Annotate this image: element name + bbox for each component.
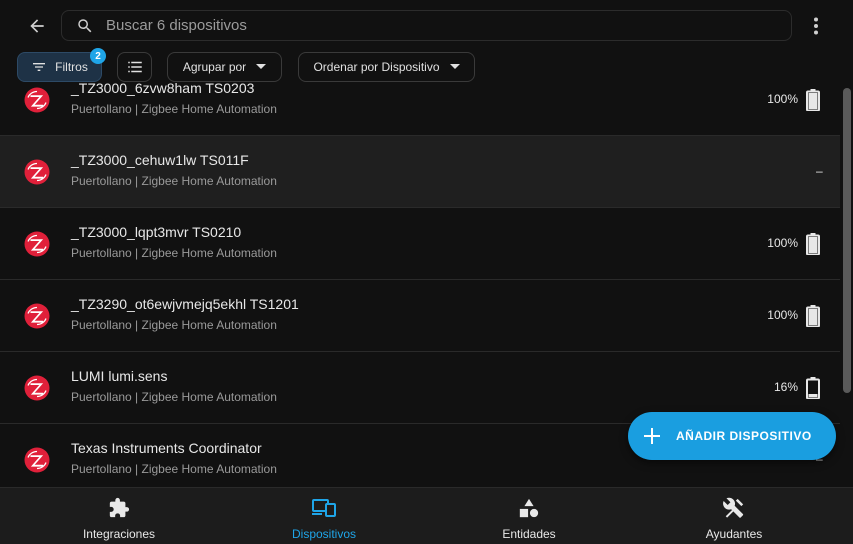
- shapes-icon: [517, 496, 541, 520]
- dots-vertical-icon: [814, 17, 818, 35]
- device-row[interactable]: _TZ3000_lqpt3mvr TS0210 Puertollano | Zig…: [0, 208, 840, 280]
- selection-mode-button[interactable]: [117, 52, 152, 82]
- device-name: _TZ3000_cehuw1lw TS011F: [71, 152, 249, 168]
- back-button[interactable]: [21, 10, 53, 42]
- add-device-label: AÑADIR DISPOSITIVO: [676, 429, 812, 443]
- battery-icon: [806, 377, 820, 399]
- nav-label: Entidades: [502, 527, 556, 541]
- device-name: _TZ3000_6zvw8ham TS0203: [71, 80, 255, 96]
- search-icon: [76, 16, 96, 36]
- scrollbar-thumb[interactable]: [843, 88, 851, 393]
- device-row[interactable]: _TZ3290_ot6ewjvmejq5ekhl TS1201 Puertolla…: [0, 280, 840, 352]
- filter-icon: [33, 63, 46, 71]
- bottom-navigation: Integraciones Dispositivos Entidades Ayu…: [0, 487, 853, 544]
- chevron-down-icon: [256, 64, 267, 70]
- checklist-icon: [127, 61, 142, 73]
- plus-icon: [644, 427, 662, 445]
- search-input[interactable]: [96, 11, 791, 40]
- sort-by-label: Ordenar por Dispositivo: [313, 60, 440, 74]
- device-row[interactable]: _TZ3000_6zvw8ham TS0203 Puertollano | Zig…: [0, 76, 840, 136]
- device-subtitle: Puertollano | Zigbee Home Automation: [71, 246, 277, 260]
- device-subtitle: Puertollano | Zigbee Home Automation: [71, 102, 277, 116]
- arrow-left-icon: [30, 19, 44, 33]
- zigbee-logo-icon: [24, 231, 50, 257]
- device-subtitle: Puertollano | Zigbee Home Automation: [71, 462, 277, 476]
- zigbee-logo-icon: [24, 303, 50, 329]
- nav-label: Integraciones: [82, 527, 156, 541]
- filters-count-badge: 2: [90, 48, 106, 64]
- top-bar: [0, 0, 853, 50]
- puzzle-icon: [107, 496, 131, 520]
- nav-item-ayudantes[interactable]: Ayudantes: [634, 488, 834, 544]
- battery-level: –: [816, 164, 823, 178]
- battery-level: 16%: [773, 380, 798, 394]
- nav-item-dispositivos[interactable]: Dispositivos: [224, 488, 424, 544]
- battery-level: 100%: [767, 236, 798, 250]
- nav-item-integraciones[interactable]: Integraciones: [19, 488, 219, 544]
- battery-icon: [806, 305, 820, 327]
- zigbee-logo-icon: [24, 447, 50, 473]
- sort-by-dropdown[interactable]: Ordenar por Dispositivo: [298, 52, 475, 82]
- battery-icon: [806, 89, 820, 111]
- zigbee-logo-icon: [24, 159, 50, 185]
- battery-level: 100%: [767, 308, 798, 322]
- device-name: LUMI lumi.sens: [71, 368, 168, 384]
- nav-label: Dispositivos: [291, 527, 357, 541]
- group-by-label: Agrupar por: [182, 60, 247, 74]
- devices-page: _TZ3000_6zvw8ham TS0203 Puertollano | Zig…: [0, 0, 853, 544]
- device-name: Texas Instruments Coordinator: [71, 440, 262, 456]
- device-name: _TZ3290_ot6ewjvmejq5ekhl TS1201: [71, 296, 299, 312]
- add-device-button[interactable]: AÑADIR DISPOSITIVO: [628, 412, 836, 460]
- overflow-menu-button[interactable]: [804, 12, 828, 40]
- filters-label: Filtros: [55, 60, 88, 74]
- nav-label: Ayudantes: [705, 527, 763, 541]
- devices-icon: [312, 496, 336, 520]
- zigbee-logo-icon: [24, 375, 50, 401]
- filters-button[interactable]: Filtros 2: [17, 48, 106, 82]
- device-name: _TZ3000_lqpt3mvr TS0210: [71, 224, 242, 240]
- device-row[interactable]: _TZ3000_cehuw1lw TS011F Puertollano | Zig…: [0, 136, 840, 208]
- battery-icon: [806, 233, 820, 255]
- device-subtitle: Puertollano | Zigbee Home Automation: [71, 390, 277, 404]
- group-by-dropdown[interactable]: Agrupar por: [167, 52, 282, 82]
- battery-level: 100%: [767, 92, 798, 106]
- chevron-down-icon: [449, 64, 460, 70]
- search-box[interactable]: [61, 10, 792, 41]
- device-subtitle: Puertollano | Zigbee Home Automation: [71, 174, 277, 188]
- device-subtitle: Puertollano | Zigbee Home Automation: [71, 318, 277, 332]
- nav-item-entidades[interactable]: Entidades: [429, 488, 629, 544]
- zigbee-logo-icon: [24, 87, 50, 113]
- tools-icon: [722, 496, 746, 520]
